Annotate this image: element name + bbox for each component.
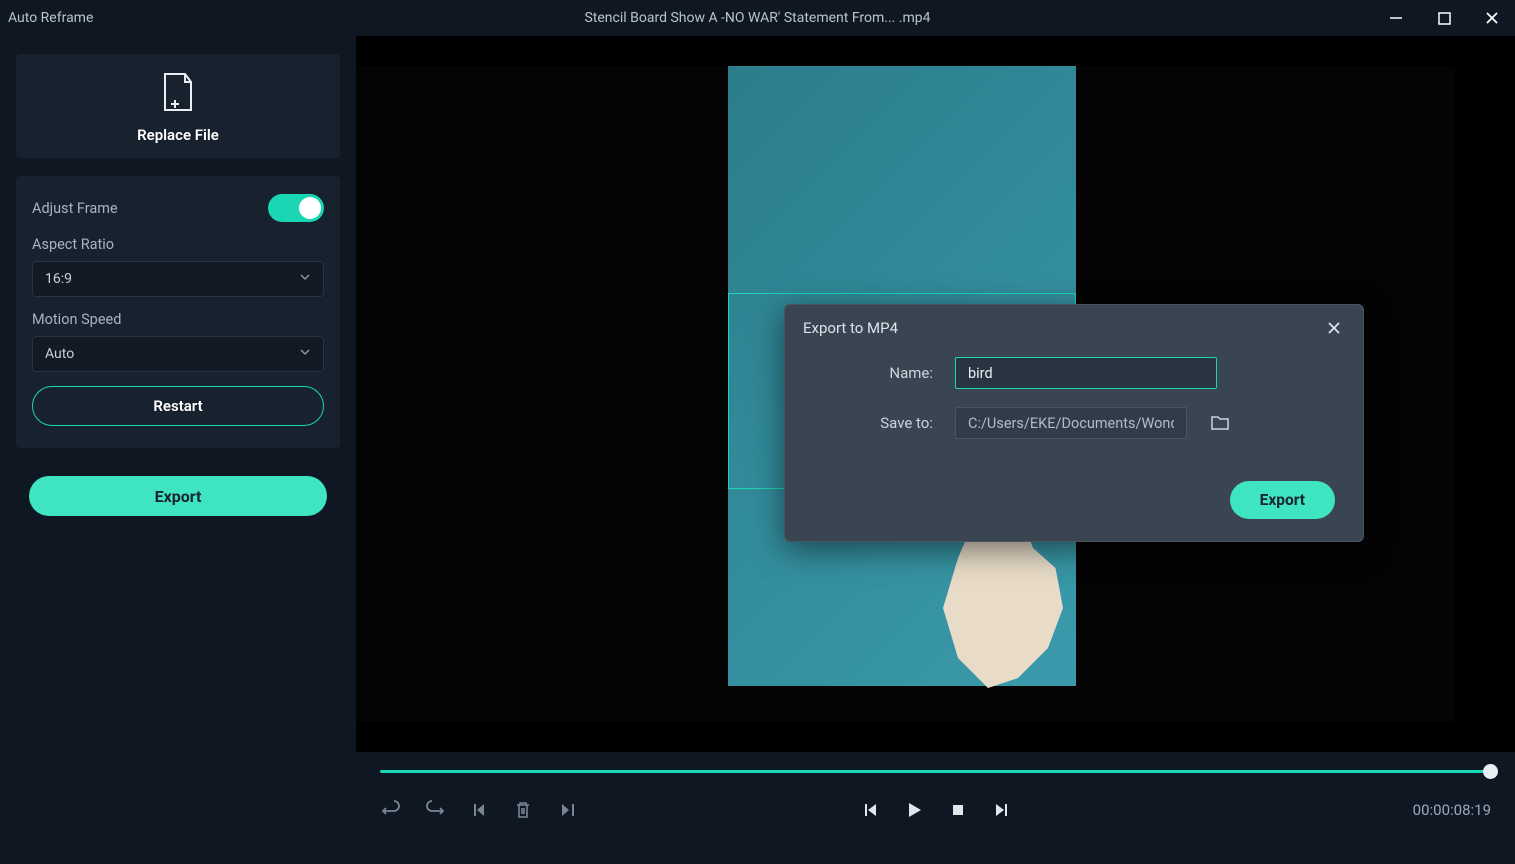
playhead-knob[interactable]: [1483, 764, 1498, 779]
folder-icon[interactable]: [1209, 412, 1231, 434]
restart-button[interactable]: Restart: [32, 386, 324, 426]
sidebar: Replace File Adjust Frame Aspect Ratio 1…: [0, 36, 356, 864]
window-controls: [1381, 3, 1507, 33]
app-name: Auto Reframe: [8, 10, 93, 26]
adjust-frame-toggle[interactable]: [268, 194, 324, 222]
skip-start-icon[interactable]: [468, 799, 490, 821]
stop-icon[interactable]: [947, 799, 969, 821]
minimize-icon[interactable]: [1381, 3, 1411, 33]
file-plus-icon: [161, 72, 195, 116]
timecode: 00:00:08:19: [1413, 801, 1491, 819]
modal-close-icon[interactable]: [1323, 317, 1345, 339]
motion-speed-value: Auto: [45, 346, 74, 362]
export-modal: Export to MP4 Name: Save to:: [784, 304, 1364, 542]
playback-controls: [859, 799, 1013, 821]
export-button[interactable]: Export: [29, 476, 327, 516]
name-input[interactable]: [955, 357, 1217, 389]
chevron-down-icon: [299, 346, 311, 362]
motion-speed-label: Motion Speed: [32, 311, 324, 328]
adjust-panel: Adjust Frame Aspect Ratio 16:9 Motion Sp…: [16, 176, 340, 448]
edit-controls: [380, 799, 578, 821]
save-to-input[interactable]: [955, 407, 1187, 439]
chevron-down-icon: [299, 271, 311, 287]
replace-file-label: Replace File: [137, 126, 219, 144]
titlebar: Auto Reframe Stencil Board Show A -NO WA…: [0, 0, 1515, 36]
modal-title: Export to MP4: [803, 319, 898, 337]
skip-end-icon[interactable]: [556, 799, 578, 821]
redo-icon[interactable]: [424, 799, 446, 821]
name-label: Name:: [813, 364, 933, 382]
modal-backdrop: Export to MP4 Name: Save to:: [356, 66, 1515, 752]
modal-export-button[interactable]: Export: [1230, 481, 1335, 519]
motion-speed-select[interactable]: Auto: [32, 336, 324, 372]
next-frame-icon[interactable]: [991, 799, 1013, 821]
undo-icon[interactable]: [380, 799, 402, 821]
main-area: Export to MP4 Name: Save to:: [356, 36, 1515, 864]
progress-track[interactable]: [380, 752, 1491, 778]
save-to-label: Save to:: [813, 414, 933, 432]
aspect-ratio-label: Aspect Ratio: [32, 236, 324, 253]
delete-icon[interactable]: [512, 799, 534, 821]
prev-frame-icon[interactable]: [859, 799, 881, 821]
timeline: 00:00:08:19: [356, 752, 1515, 864]
replace-file-button[interactable]: Replace File: [16, 54, 340, 158]
play-icon[interactable]: [903, 799, 925, 821]
maximize-icon[interactable]: [1429, 3, 1459, 33]
aspect-ratio-select[interactable]: 16:9: [32, 261, 324, 297]
preview-area: Export to MP4 Name: Save to:: [356, 66, 1515, 752]
close-icon[interactable]: [1477, 3, 1507, 33]
adjust-frame-label: Adjust Frame: [32, 200, 118, 217]
window-file-name: Stencil Board Show A -NO WAR' Statement …: [584, 10, 930, 26]
aspect-ratio-value: 16:9: [45, 271, 72, 287]
